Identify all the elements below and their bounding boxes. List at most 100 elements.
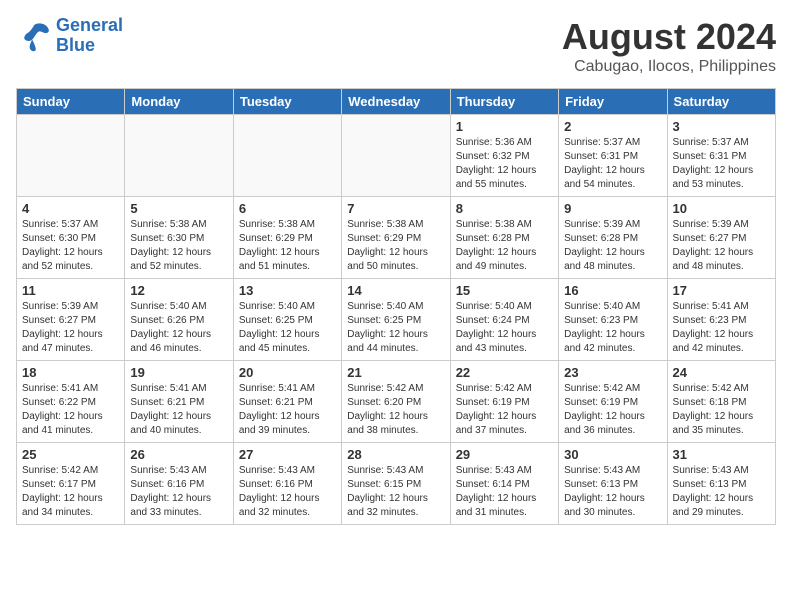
day-info: Sunrise: 5:38 AM Sunset: 6:29 PM Dayligh… (239, 218, 336, 274)
day-header-monday: Monday (125, 89, 233, 115)
day-info: Sunrise: 5:39 AM Sunset: 6:27 PM Dayligh… (22, 300, 119, 356)
day-info: Sunrise: 5:37 AM Sunset: 6:31 PM Dayligh… (564, 136, 661, 192)
day-number: 5 (130, 201, 227, 216)
day-header-wednesday: Wednesday (342, 89, 450, 115)
day-info: Sunrise: 5:38 AM Sunset: 6:28 PM Dayligh… (456, 218, 553, 274)
day-number: 18 (22, 365, 119, 380)
day-number: 19 (130, 365, 227, 380)
day-number: 20 (239, 365, 336, 380)
calendar-cell: 31 Sunrise: 5:43 AM Sunset: 6:13 PM Dayli… (667, 443, 775, 525)
day-info: Sunrise: 5:36 AM Sunset: 6:32 PM Dayligh… (456, 136, 553, 192)
calendar-cell: 20 Sunrise: 5:41 AM Sunset: 6:21 PM Dayli… (233, 361, 341, 443)
day-info: Sunrise: 5:39 AM Sunset: 6:28 PM Dayligh… (564, 218, 661, 274)
logo-text: General Blue (56, 16, 123, 56)
calendar-cell: 1Sunrise: 5:36 AM Sunset: 6:32 PM Daylig… (450, 115, 558, 197)
calendar-cell: 30 Sunrise: 5:43 AM Sunset: 6:13 PM Dayli… (559, 443, 667, 525)
day-info: Sunrise: 5:41 AM Sunset: 6:21 PM Dayligh… (239, 382, 336, 438)
calendar-cell: 6Sunrise: 5:38 AM Sunset: 6:29 PM Daylig… (233, 197, 341, 279)
calendar-cell: 21 Sunrise: 5:42 AM Sunset: 6:20 PM Dayli… (342, 361, 450, 443)
week-row-4: 18 Sunrise: 5:41 AM Sunset: 6:22 PM Dayli… (17, 361, 776, 443)
day-info: Sunrise: 5:43 AM Sunset: 6:13 PM Dayligh… (564, 464, 661, 520)
day-number: 14 (347, 283, 444, 298)
day-info: Sunrise: 5:41 AM Sunset: 6:23 PM Dayligh… (673, 300, 770, 356)
day-number: 22 (456, 365, 553, 380)
calendar-cell: 8 Sunrise: 5:38 AM Sunset: 6:28 PM Daylig… (450, 197, 558, 279)
day-number: 31 (673, 447, 770, 462)
day-number: 27 (239, 447, 336, 462)
title-block: August 2024 Cabugao, Ilocos, Philippines (562, 16, 776, 76)
day-info: Sunrise: 5:43 AM Sunset: 6:15 PM Dayligh… (347, 464, 444, 520)
day-info: Sunrise: 5:38 AM Sunset: 6:29 PM Dayligh… (347, 218, 444, 274)
page-header: General Blue August 2024 Cabugao, Ilocos… (16, 16, 776, 76)
calendar-cell: 27 Sunrise: 5:43 AM Sunset: 6:16 PM Dayli… (233, 443, 341, 525)
day-info: Sunrise: 5:43 AM Sunset: 6:16 PM Dayligh… (239, 464, 336, 520)
day-number: 29 (456, 447, 553, 462)
logo: General Blue (16, 16, 123, 56)
day-number: 16 (564, 283, 661, 298)
day-number: 7 (347, 201, 444, 216)
day-number: 17 (673, 283, 770, 298)
week-row-2: 4 Sunrise: 5:37 AM Sunset: 6:30 PM Daylig… (17, 197, 776, 279)
calendar-cell: 11 Sunrise: 5:39 AM Sunset: 6:27 PM Dayli… (17, 279, 125, 361)
calendar-cell: 7 Sunrise: 5:38 AM Sunset: 6:29 PM Daylig… (342, 197, 450, 279)
day-number: 23 (564, 365, 661, 380)
calendar-cell: 24 Sunrise: 5:42 AM Sunset: 6:18 PM Dayli… (667, 361, 775, 443)
week-row-1: 1Sunrise: 5:36 AM Sunset: 6:32 PM Daylig… (17, 115, 776, 197)
calendar-cell: 12Sunrise: 5:40 AM Sunset: 6:26 PM Dayli… (125, 279, 233, 361)
logo-icon (16, 18, 52, 54)
day-info: Sunrise: 5:43 AM Sunset: 6:14 PM Dayligh… (456, 464, 553, 520)
day-info: Sunrise: 5:42 AM Sunset: 6:17 PM Dayligh… (22, 464, 119, 520)
calendar-header-row: SundayMondayTuesdayWednesdayThursdayFrid… (17, 89, 776, 115)
day-number: 4 (22, 201, 119, 216)
calendar-cell: 13 Sunrise: 5:40 AM Sunset: 6:25 PM Dayli… (233, 279, 341, 361)
day-number: 21 (347, 365, 444, 380)
day-header-tuesday: Tuesday (233, 89, 341, 115)
calendar-cell: 5Sunrise: 5:38 AM Sunset: 6:30 PM Daylig… (125, 197, 233, 279)
day-header-friday: Friday (559, 89, 667, 115)
day-info: Sunrise: 5:37 AM Sunset: 6:31 PM Dayligh… (673, 136, 770, 192)
calendar-cell: 10 Sunrise: 5:39 AM Sunset: 6:27 PM Dayli… (667, 197, 775, 279)
day-info: Sunrise: 5:42 AM Sunset: 6:18 PM Dayligh… (673, 382, 770, 438)
day-number: 15 (456, 283, 553, 298)
day-number: 2 (564, 119, 661, 134)
day-number: 3 (673, 119, 770, 134)
day-header-thursday: Thursday (450, 89, 558, 115)
day-info: Sunrise: 5:42 AM Sunset: 6:20 PM Dayligh… (347, 382, 444, 438)
calendar-cell: 19 Sunrise: 5:41 AM Sunset: 6:21 PM Dayli… (125, 361, 233, 443)
calendar-cell: 16Sunrise: 5:40 AM Sunset: 6:23 PM Dayli… (559, 279, 667, 361)
calendar-title: August 2024 (562, 16, 776, 58)
day-number: 13 (239, 283, 336, 298)
day-info: Sunrise: 5:42 AM Sunset: 6:19 PM Dayligh… (456, 382, 553, 438)
day-info: Sunrise: 5:41 AM Sunset: 6:22 PM Dayligh… (22, 382, 119, 438)
day-info: Sunrise: 5:40 AM Sunset: 6:24 PM Dayligh… (456, 300, 553, 356)
calendar-cell: 9 Sunrise: 5:39 AM Sunset: 6:28 PM Daylig… (559, 197, 667, 279)
day-info: Sunrise: 5:41 AM Sunset: 6:21 PM Dayligh… (130, 382, 227, 438)
calendar-cell: 18 Sunrise: 5:41 AM Sunset: 6:22 PM Dayli… (17, 361, 125, 443)
day-info: Sunrise: 5:37 AM Sunset: 6:30 PM Dayligh… (22, 218, 119, 274)
calendar-cell: 17 Sunrise: 5:41 AM Sunset: 6:23 PM Dayli… (667, 279, 775, 361)
day-info: Sunrise: 5:43 AM Sunset: 6:13 PM Dayligh… (673, 464, 770, 520)
day-info: Sunrise: 5:42 AM Sunset: 6:19 PM Dayligh… (564, 382, 661, 438)
day-number: 9 (564, 201, 661, 216)
calendar-cell: 26 Sunrise: 5:43 AM Sunset: 6:16 PM Dayli… (125, 443, 233, 525)
day-number: 30 (564, 447, 661, 462)
day-number: 11 (22, 283, 119, 298)
calendar-table: SundayMondayTuesdayWednesdayThursdayFrid… (16, 88, 776, 525)
week-row-5: 25 Sunrise: 5:42 AM Sunset: 6:17 PM Dayli… (17, 443, 776, 525)
day-info: Sunrise: 5:43 AM Sunset: 6:16 PM Dayligh… (130, 464, 227, 520)
day-number: 26 (130, 447, 227, 462)
calendar-cell (233, 115, 341, 197)
calendar-cell: 23 Sunrise: 5:42 AM Sunset: 6:19 PM Dayli… (559, 361, 667, 443)
calendar-cell: 29 Sunrise: 5:43 AM Sunset: 6:14 PM Dayli… (450, 443, 558, 525)
calendar-cell (17, 115, 125, 197)
calendar-subtitle: Cabugao, Ilocos, Philippines (562, 58, 776, 76)
day-number: 24 (673, 365, 770, 380)
day-number: 8 (456, 201, 553, 216)
calendar-cell: 3 Sunrise: 5:37 AM Sunset: 6:31 PM Daylig… (667, 115, 775, 197)
day-number: 10 (673, 201, 770, 216)
day-info: Sunrise: 5:39 AM Sunset: 6:27 PM Dayligh… (673, 218, 770, 274)
calendar-cell: 22 Sunrise: 5:42 AM Sunset: 6:19 PM Dayli… (450, 361, 558, 443)
day-number: 25 (22, 447, 119, 462)
day-info: Sunrise: 5:40 AM Sunset: 6:25 PM Dayligh… (239, 300, 336, 356)
day-info: Sunrise: 5:40 AM Sunset: 6:26 PM Dayligh… (130, 300, 227, 356)
